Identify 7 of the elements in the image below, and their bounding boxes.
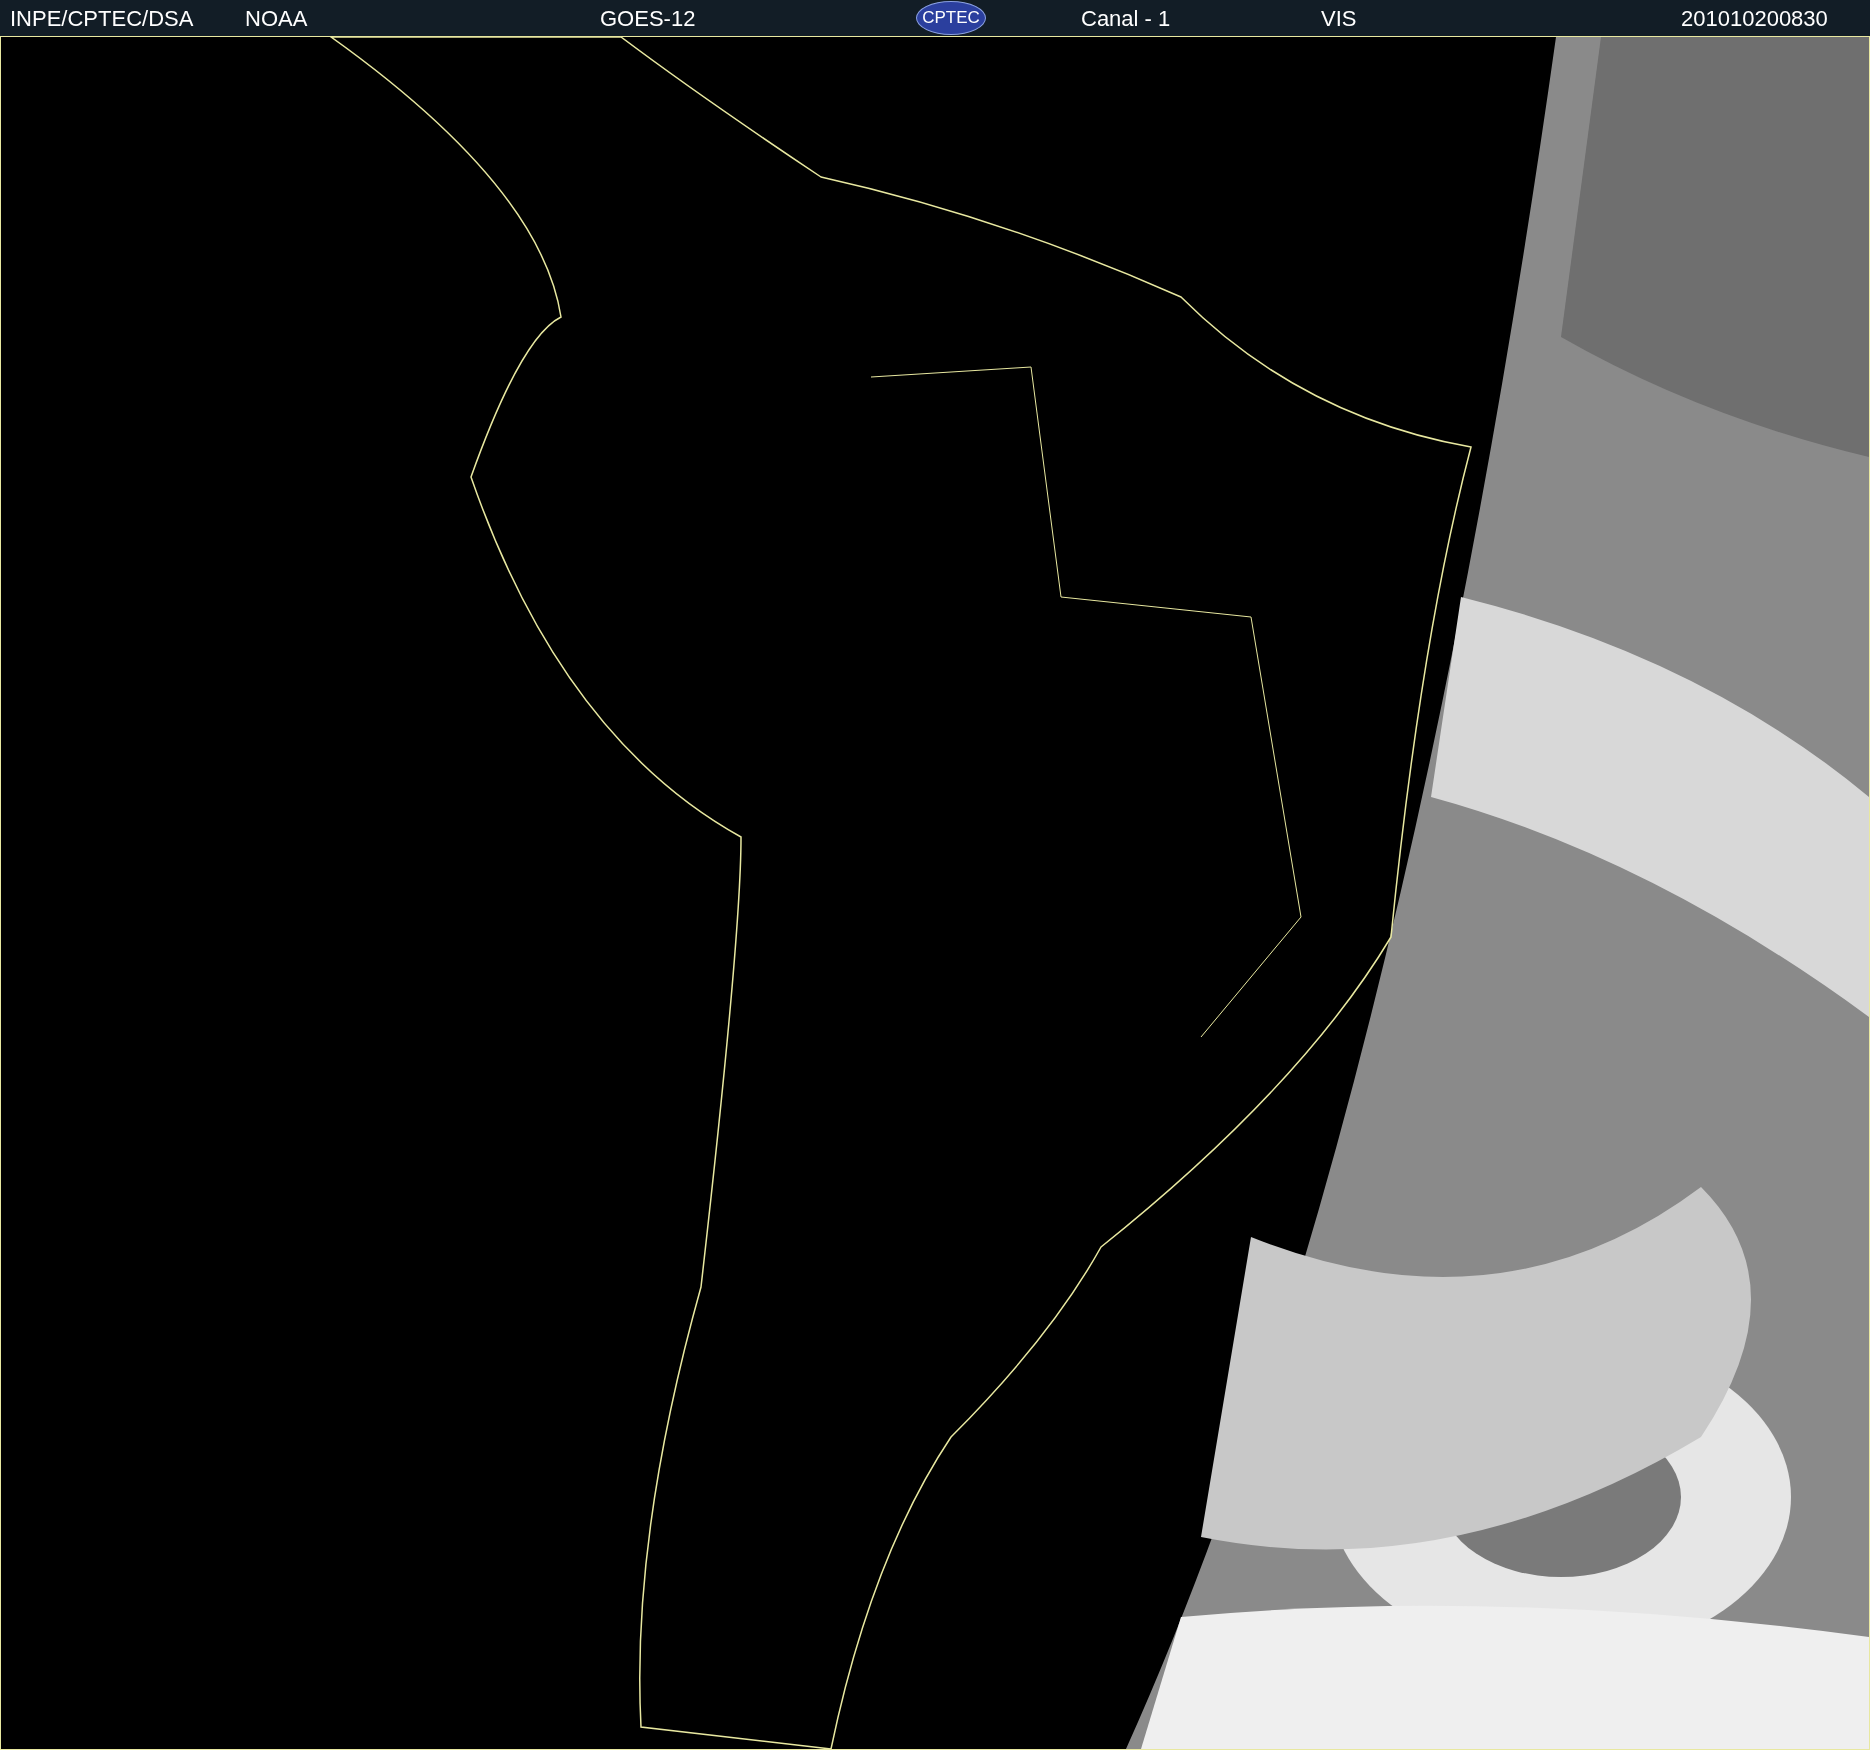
source-label: INPE/CPTEC/DSA [10, 4, 195, 33]
agency-label: NOAA [245, 4, 309, 33]
band-label: VIS [1321, 4, 1358, 33]
timestamp-label: 201010200830 [1681, 4, 1828, 33]
logo: CPTEC [916, 1, 986, 35]
channel-label: Canal - 1 [1081, 4, 1172, 33]
satellite-label: GOES-12 [600, 4, 697, 33]
